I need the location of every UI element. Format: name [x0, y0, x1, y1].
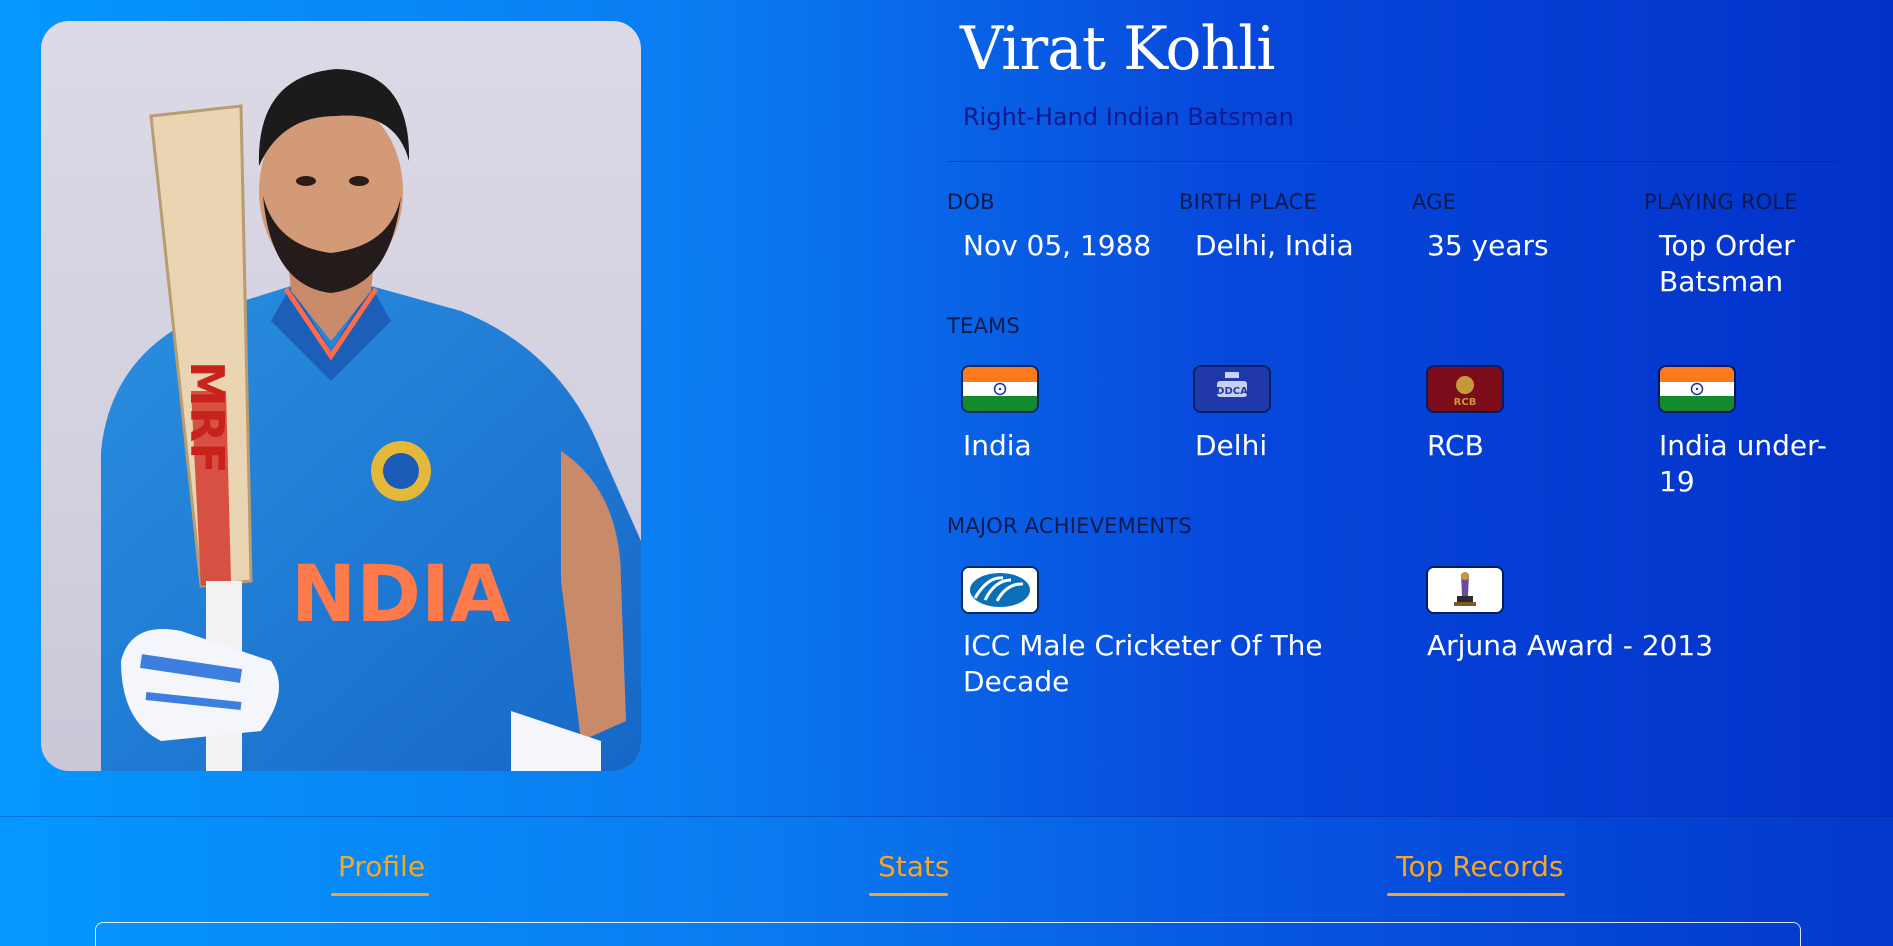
achievement-name: ICC Male Cricketer Of The Decade: [963, 629, 1323, 698]
achievements-label: MAJOR ACHIEVEMENTS: [947, 514, 1192, 538]
svg-text:MRF: MRF: [180, 361, 234, 474]
team-name: India under-19: [1659, 429, 1827, 498]
india-flag-icon: [1660, 367, 1734, 411]
svg-text:RCB: RCB: [1454, 397, 1477, 408]
player-name: Virat Kohli: [960, 14, 1275, 84]
delhi-team-logo-icon: DDCA: [1195, 367, 1269, 411]
dob-value: Nov 05, 1988: [963, 229, 1152, 262]
player-photo: NDIA MRF: [41, 21, 641, 771]
player-profile-page: NDIA MRF Virat Kohli Right-Hand Indian B…: [0, 0, 1893, 946]
tab-stats[interactable]: Stats: [878, 850, 949, 883]
achievement-name: Arjuna Award - 2013: [1427, 629, 1714, 662]
tab-top-records-underline: [1387, 893, 1565, 896]
svg-text:NDIA: NDIA: [291, 550, 510, 640]
birth-place-label: BIRTH PLACE: [1179, 190, 1317, 214]
playing-role-value: Top Order Batsman: [1659, 229, 1795, 298]
team-name: India: [963, 429, 1032, 462]
arjuna-award-trophy-icon: [1428, 568, 1502, 612]
birth-place-value: Delhi, India: [1195, 229, 1354, 262]
svg-text:DDCA: DDCA: [1216, 386, 1248, 397]
header-divider: [947, 161, 1837, 162]
rcb-logo-icon: RCB: [1428, 367, 1502, 411]
playing-role-label: PLAYING ROLE: [1644, 190, 1798, 214]
team-name: RCB: [1427, 429, 1484, 462]
teams-label: TEAMS: [947, 314, 1020, 338]
age-value: 35 years: [1427, 229, 1549, 262]
age-label: AGE: [1412, 190, 1457, 214]
tab-content-panel: [95, 922, 1801, 946]
india-flag-icon: [963, 367, 1037, 411]
tab-stats-underline: [869, 893, 948, 896]
tab-profile[interactable]: Profile: [338, 850, 425, 883]
icc-logo-icon: [963, 568, 1037, 612]
tab-top-records[interactable]: Top Records: [1396, 850, 1563, 883]
dob-label: DOB: [947, 190, 995, 214]
team-name: Delhi: [1195, 429, 1268, 462]
player-subtitle: Right-Hand Indian Batsman: [963, 103, 1294, 131]
tab-profile-underline: [331, 893, 429, 896]
